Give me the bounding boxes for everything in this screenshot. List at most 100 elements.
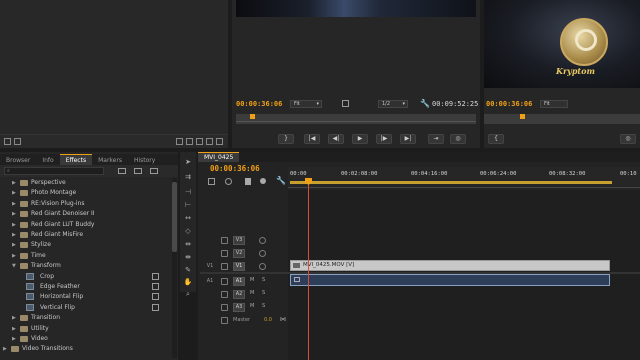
chevron-right-icon[interactable]: ▶ xyxy=(3,344,9,354)
lock-icon[interactable] xyxy=(221,291,228,298)
hand-tool-icon[interactable]: ✋ xyxy=(183,277,193,287)
32bit-filter-icon[interactable] xyxy=(134,168,142,174)
effect-item[interactable]: Horizontal Flip xyxy=(0,292,172,302)
chevron-right-icon[interactable]: ▶ xyxy=(12,199,18,209)
effect-folder[interactable]: ▶ Utility xyxy=(0,324,172,334)
effect-folder[interactable]: ▶ Stylize xyxy=(0,240,172,250)
chevron-right-icon[interactable]: ▶ xyxy=(12,251,18,261)
effect-folder[interactable]: ▶ Time xyxy=(0,251,172,261)
new-bin-icon[interactable] xyxy=(206,138,213,145)
go-to-out-button[interactable]: ▶| xyxy=(400,134,416,144)
program-timecode[interactable]: 00:00:36:06 xyxy=(236,100,282,108)
chevron-right-icon[interactable]: ▶ xyxy=(12,230,18,240)
effect-item[interactable]: Crop xyxy=(0,272,172,282)
razor-tool-icon[interactable]: ◇ xyxy=(183,226,193,236)
chevron-down-icon[interactable]: ▼ xyxy=(12,261,18,271)
master-value[interactable]: 0.0 xyxy=(264,317,272,323)
new-item-icon[interactable] xyxy=(176,138,183,145)
lock-icon[interactable] xyxy=(221,278,228,285)
linked-selection-icon[interactable] xyxy=(225,178,232,185)
mute-button[interactable]: M xyxy=(250,277,254,283)
resolution-dropdown[interactable]: 1/2 ▾ xyxy=(378,100,408,108)
go-to-in-button[interactable]: |◀ xyxy=(304,134,320,144)
track-name-a1[interactable]: A1 xyxy=(233,277,245,286)
source-patch-v1[interactable]: V1 xyxy=(203,262,217,271)
chevron-right-icon[interactable]: ▶ xyxy=(12,220,18,230)
mute-button[interactable]: M xyxy=(250,303,254,309)
solo-button[interactable]: S xyxy=(262,290,265,296)
effect-folder[interactable]: ▶ Red Giant Denoiser II xyxy=(0,209,172,219)
lock-icon[interactable] xyxy=(221,304,228,311)
reference-timecode[interactable]: 00:00:36:06 xyxy=(486,100,532,108)
chevron-right-icon[interactable]: ▶ xyxy=(12,324,18,334)
list-view-icon[interactable] xyxy=(14,138,21,145)
zoom-tool-icon[interactable]: ⌕ xyxy=(183,289,193,299)
effect-folder[interactable]: ▼ Transform xyxy=(0,261,172,271)
bin-icon[interactable] xyxy=(4,138,11,145)
solo-button[interactable]: S xyxy=(262,303,265,309)
selection-tool-icon[interactable]: ➤ xyxy=(183,157,193,167)
find-icon[interactable] xyxy=(196,138,203,145)
chevron-right-icon[interactable]: ▶ xyxy=(12,178,18,188)
chevron-right-icon[interactable]: ▶ xyxy=(12,209,18,219)
video-clip[interactable]: MVI_0425.MOV [V] xyxy=(290,260,610,271)
track-name-v3[interactable]: V3 xyxy=(233,236,245,245)
timeline-timecode[interactable]: 00:00:36:06 xyxy=(210,164,260,173)
work-area-bar[interactable] xyxy=(290,181,612,184)
effect-folder[interactable]: ▶ Video xyxy=(0,334,172,344)
wrench-icon[interactable]: 🔧 xyxy=(420,99,430,108)
pen-tool-icon[interactable]: ✎ xyxy=(183,265,193,275)
safe-margins-icon[interactable] xyxy=(342,100,349,107)
lock-icon[interactable] xyxy=(221,237,228,244)
playhead-marker-icon[interactable] xyxy=(250,114,255,119)
effect-folder[interactable]: ▶ Red Giant LUT Buddy xyxy=(0,220,172,230)
playhead-marker-icon[interactable] xyxy=(520,114,525,119)
snap-icon[interactable] xyxy=(208,178,215,185)
chevron-right-icon[interactable]: ▶ xyxy=(12,188,18,198)
trash-icon[interactable] xyxy=(216,138,223,145)
tab-sequence[interactable]: MVI_0425 xyxy=(198,152,240,162)
chevron-right-icon[interactable]: ▶ xyxy=(12,313,18,323)
playhead-line[interactable] xyxy=(308,185,309,360)
add-marker-icon[interactable] xyxy=(245,178,251,185)
fit-dropdown[interactable]: Fit ▾ xyxy=(290,100,322,108)
effect-item[interactable]: Edge Feather xyxy=(0,282,172,292)
export-frame-button[interactable]: ◎ xyxy=(450,134,466,144)
eye-icon[interactable] xyxy=(259,237,266,244)
wrench-icon[interactable]: 🔧 xyxy=(276,176,286,185)
slip-tool-icon[interactable]: ⇹ xyxy=(183,239,193,249)
marker-icon[interactable] xyxy=(260,178,266,184)
reference-mark-button[interactable]: { xyxy=(488,134,504,144)
chevron-right-icon[interactable]: ▶ xyxy=(12,240,18,250)
reference-export-button[interactable]: ◎ xyxy=(620,134,636,144)
track-name-a2[interactable]: A2 xyxy=(233,290,245,299)
chevron-right-icon[interactable]: ▶ xyxy=(12,334,18,344)
audio-clip[interactable] xyxy=(290,274,610,286)
effects-scrollbar[interactable] xyxy=(172,178,177,358)
source-patch-a1[interactable]: A1 xyxy=(203,277,217,286)
slide-tool-icon[interactable]: ⇼ xyxy=(183,252,193,262)
reference-scrub-bar[interactable] xyxy=(484,114,640,124)
accelerated-filter-icon[interactable] xyxy=(118,168,126,174)
sort-icon[interactable] xyxy=(186,138,193,145)
yuv-filter-icon[interactable] xyxy=(150,168,158,174)
track-name-v2[interactable]: V2 xyxy=(233,249,245,258)
lock-icon[interactable] xyxy=(221,250,228,257)
ripple-edit-tool-icon[interactable]: ⊣ xyxy=(183,187,193,197)
step-back-button[interactable]: ◀| xyxy=(328,134,344,144)
mark-out-button[interactable]: } xyxy=(278,134,294,144)
rate-stretch-tool-icon[interactable]: ↔ xyxy=(183,213,193,223)
effect-item[interactable]: Vertical Flip xyxy=(0,303,172,313)
effect-folder[interactable]: ▶ Photo Montage xyxy=(0,188,172,198)
effect-folder[interactable]: ▶ Red Giant MisFire xyxy=(0,230,172,240)
eye-icon[interactable] xyxy=(259,250,266,257)
lock-icon[interactable] xyxy=(221,263,228,270)
eye-icon[interactable] xyxy=(259,263,266,270)
insert-button[interactable]: ⇥ xyxy=(428,134,444,144)
effects-search-input[interactable]: ⌕ xyxy=(4,167,104,175)
track-select-tool-icon[interactable]: ⇉ xyxy=(183,172,193,182)
rolling-edit-tool-icon[interactable]: ⊢ xyxy=(183,200,193,210)
effect-folder[interactable]: ▶ Perspective xyxy=(0,178,172,188)
play-button[interactable]: ▶ xyxy=(352,134,368,144)
reference-fit-dropdown[interactable]: Fit xyxy=(540,100,568,108)
